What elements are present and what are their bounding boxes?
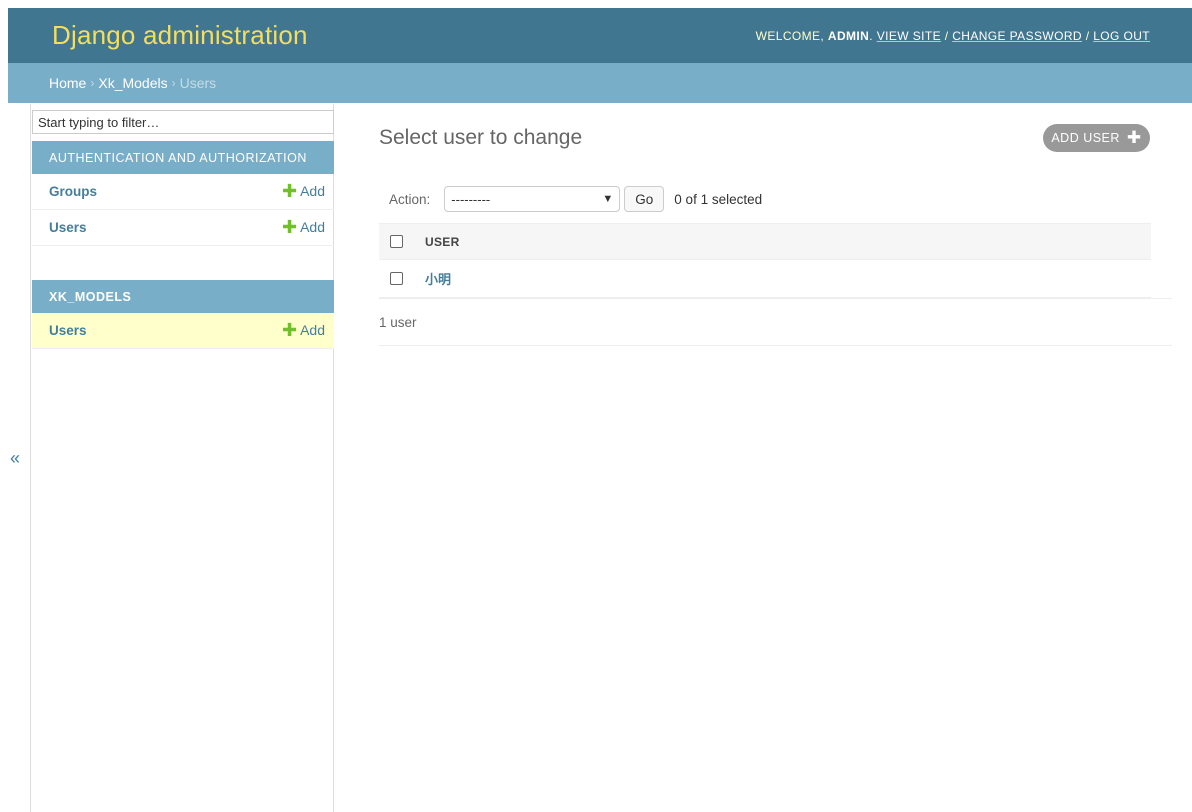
- row-checkbox[interactable]: [390, 272, 403, 285]
- plus-icon: ✚: [281, 320, 298, 340]
- breadcrumb-separator: ›: [171, 76, 176, 90]
- table-row: 小明: [379, 260, 1151, 298]
- breadcrumb-separator: ›: [90, 76, 95, 90]
- add-user-button[interactable]: Add user ✚: [1043, 124, 1150, 152]
- paginator: 1 user: [379, 298, 1172, 346]
- double-chevron-left-icon: «: [9, 447, 20, 468]
- breadcrumb-app[interactable]: Xk_Models: [98, 75, 167, 91]
- welcome-text: Welcome,: [755, 28, 825, 43]
- sidebar-item-users-auth: Users ✚ Add: [32, 210, 334, 246]
- module-caption-xk-models[interactable]: Xk_Models: [32, 280, 334, 313]
- module-caption-label: Authentication and Authorization: [49, 150, 307, 165]
- select-all-checkbox[interactable]: [390, 235, 403, 248]
- sidebar-item-users-xk: Users ✚ Add: [32, 313, 334, 349]
- header: Django administration Welcome, admin. Vi…: [8, 8, 1192, 63]
- sidebar-item-groups-link[interactable]: Groups: [49, 184, 97, 199]
- add-label: Add: [300, 183, 325, 199]
- sidebar-item-users-link[interactable]: Users: [49, 323, 87, 338]
- actions-bar: Action: --------- ▼ Go 0 of 1 selected: [379, 185, 1151, 213]
- page-title: Select user to change: [379, 126, 583, 149]
- user-link[interactable]: 小明: [425, 269, 451, 288]
- action-counter: 0 of 1 selected: [674, 191, 763, 207]
- separator: /: [944, 28, 949, 43]
- view-site-link[interactable]: View site: [877, 29, 941, 43]
- chevron-down-icon: ▼: [602, 193, 614, 205]
- add-user-label: Add user: [1051, 131, 1120, 145]
- change-password-link[interactable]: Change password: [952, 29, 1082, 43]
- action-select[interactable]: --------- ▼: [444, 186, 621, 212]
- add-users-link[interactable]: ✚ Add: [282, 217, 325, 238]
- breadcrumb: Home › Xk_Models › Users: [8, 63, 1192, 103]
- sidebar-item-groups: Groups ✚ Add: [32, 174, 334, 210]
- add-label: Add: [300, 322, 325, 338]
- module-caption-label: Xk_Models: [49, 289, 132, 304]
- plus-icon: ✚: [1126, 128, 1142, 147]
- result-list-table: User 小明: [379, 223, 1151, 298]
- plus-icon: ✚: [281, 217, 298, 237]
- nav-sidebar: Authentication and Authorization Groups …: [30, 104, 334, 812]
- add-label: Add: [300, 219, 325, 235]
- breadcrumb-current: Users: [179, 75, 217, 91]
- module-caption-auth[interactable]: Authentication and Authorization: [32, 141, 334, 174]
- nav-filter-input[interactable]: [32, 110, 334, 134]
- toggle-sidebar-button[interactable]: «: [0, 104, 30, 812]
- action-selected-option: ---------: [451, 191, 491, 207]
- column-header-user[interactable]: User: [425, 235, 460, 249]
- add-users-link[interactable]: ✚ Add: [282, 320, 325, 341]
- table-header-row: User: [379, 223, 1151, 260]
- site-name-link[interactable]: Django administration: [52, 20, 308, 51]
- log-out-link[interactable]: Log out: [1093, 29, 1150, 43]
- breadcrumb-home[interactable]: Home: [49, 75, 86, 91]
- go-button[interactable]: Go: [624, 186, 665, 212]
- user-tools: Welcome, admin. View site / Change passw…: [755, 28, 1150, 43]
- add-groups-link[interactable]: ✚ Add: [282, 181, 325, 202]
- go-label: Go: [635, 191, 654, 207]
- result-count: 1 user: [379, 314, 417, 330]
- action-label: Action:: [389, 191, 431, 207]
- plus-icon: ✚: [281, 181, 298, 201]
- sidebar-item-users-link[interactable]: Users: [49, 220, 87, 235]
- separator: /: [1085, 28, 1090, 43]
- username: admin: [827, 28, 870, 43]
